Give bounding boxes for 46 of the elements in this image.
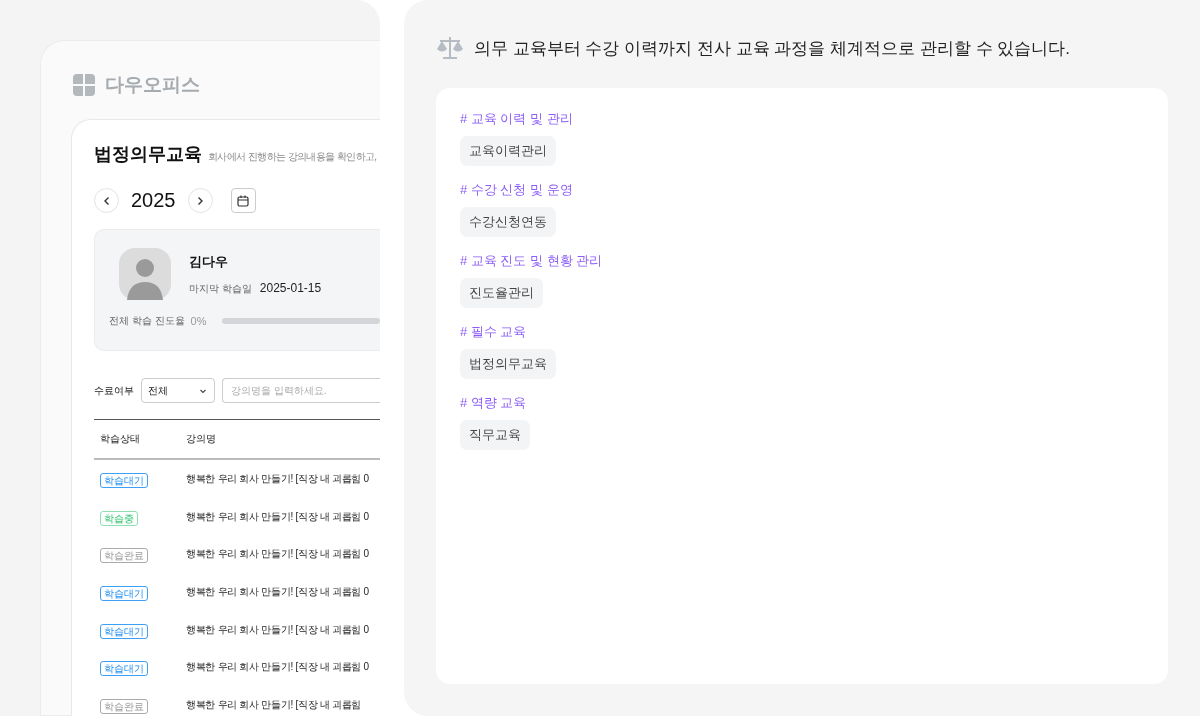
course-title: 행복한 우리 회사 만들기! [직장 내 괴롭힘 — [186, 697, 362, 712]
scale-icon — [436, 35, 464, 61]
status-badge: 학습대기 — [100, 623, 148, 639]
search-field[interactable]: 강의명을 입력하세요. — [222, 378, 380, 403]
feature-tag: 법정의무교육 — [460, 349, 556, 379]
status-badge: 학습대기 — [100, 472, 148, 488]
progress-label: 전체 학습 진도율 — [109, 314, 185, 328]
hashtag-heading: # 교육 이력 및 관리 — [460, 110, 573, 128]
hashtag-heading: # 역량 교육 — [460, 394, 527, 412]
next-year-button[interactable] — [187, 188, 213, 213]
feature-tag: 진도율관리 — [460, 278, 543, 308]
feature-tag: 수강신청연동 — [460, 207, 556, 237]
status-badge: 학습완료 — [100, 548, 148, 564]
hashtag-heading: # 교육 진도 및 현황 관리 — [460, 252, 603, 270]
progress-value: 0% — [190, 315, 207, 327]
hashtag-heading: # 수강 신청 및 운영 — [460, 181, 573, 199]
status-badge: 학습중 — [100, 510, 138, 526]
status-badge: 학습대기 — [100, 661, 148, 677]
calendar-button[interactable] — [230, 188, 256, 213]
calendar-icon — [236, 193, 250, 208]
avatar-silhouette — [119, 248, 171, 300]
logo-icon — [71, 72, 97, 98]
user-name: 김다우 — [189, 252, 229, 271]
column-header: 강의명 — [186, 432, 216, 446]
course-title: 행복한 우리 회사 만들기! [직장 내 괴롭힘 0 — [186, 471, 369, 486]
previous-year-button[interactable] — [94, 188, 119, 213]
year-label: 2025 — [131, 189, 176, 212]
page-title: 법정의무교육 — [94, 143, 202, 166]
course-title: 행복한 우리 회사 만들기! [직장 내 괴롭힘 0 — [186, 660, 369, 675]
filter-label: 수료여부 — [94, 383, 134, 398]
course-title: 행복한 우리 회사 만들기! [직장 내 괴롭힘 0 — [186, 547, 369, 562]
course-title: 행복한 우리 회사 만들기! [직장 내 괴롭힘 0 — [186, 584, 369, 599]
status-badge: 학습대기 — [100, 585, 148, 601]
last-study-label: 마지막 학습일 — [189, 281, 252, 296]
course-title: 행복한 우리 회사 만들기! [직장 내 괴롭힘 0 — [186, 622, 369, 637]
headline: 의무 교육부터 수강 이력까지 전사 교육 과정을 체계적으로 관리할 수 있습니다. — [474, 37, 1070, 60]
page-subtitle: 회사에서 진행하는 강의내용을 확인하고, — [208, 150, 377, 164]
status-badge: 학습완료 — [100, 698, 148, 714]
completion-select[interactable]: 전체 — [141, 378, 215, 403]
feature-tag: 직무교육 — [460, 420, 530, 450]
course-title: 행복한 우리 회사 만들기! [직장 내 괴롭힘 0 — [186, 509, 369, 524]
feature-tag: 교육이력관리 — [460, 136, 556, 166]
last-study-date: 2025-01-15 — [259, 280, 322, 295]
hashtag-heading: # 필수 교육 — [460, 323, 527, 341]
column-header: 학습상태 — [99, 432, 141, 446]
brand-name: 다우오피스 — [105, 73, 200, 97]
